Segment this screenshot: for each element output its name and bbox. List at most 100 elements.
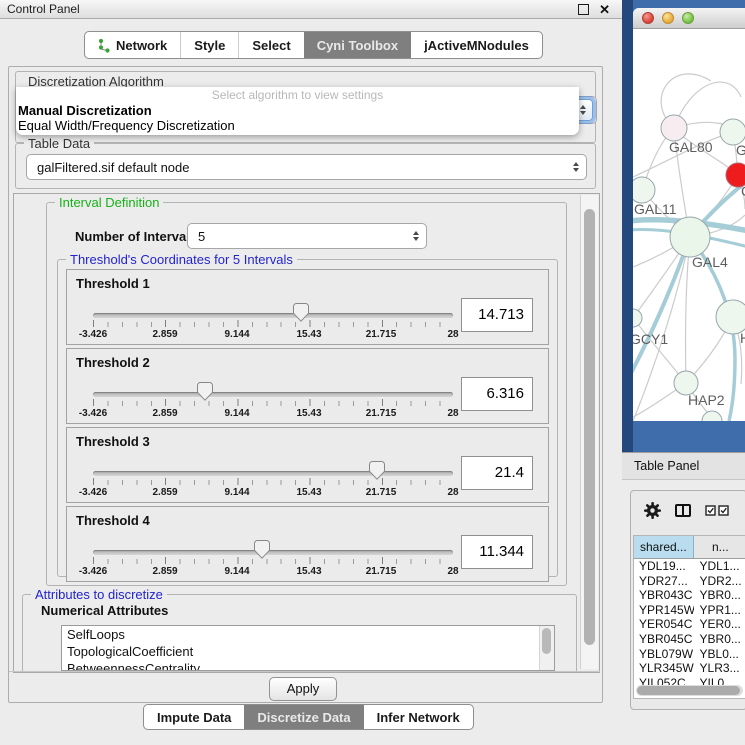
slider-thumb[interactable]	[293, 303, 309, 322]
table-cell[interactable]: YER054C	[634, 617, 694, 632]
table-row[interactable]: YBL079WYBL0...	[634, 647, 745, 662]
table-row[interactable]: YLR345WYLR3...	[634, 661, 745, 676]
column-header-name[interactable]: n...	[694, 536, 745, 558]
table-cell[interactable]: YBL0...	[694, 647, 745, 662]
slider-track[interactable]	[93, 313, 453, 318]
table-cell[interactable]: YBR0...	[694, 632, 745, 647]
split-view-icon[interactable]	[675, 504, 691, 517]
table-cell[interactable]: YBR045C	[634, 632, 694, 647]
network-tab-icon	[98, 38, 111, 53]
table-data-combobox[interactable]: galFiltered.sif default node	[26, 154, 587, 180]
network-node[interactable]	[702, 411, 722, 421]
tick-label: 9.144	[224, 329, 249, 340]
threshold-panel: Threshold 4 -3.4262.8599.14415.4321.7152…	[66, 506, 549, 582]
table-cell[interactable]: YDR27...	[634, 574, 694, 589]
table-cell[interactable]: YBR0...	[694, 588, 745, 603]
algorithm-option-manual[interactable]: Manual Discretization	[16, 103, 579, 118]
network-node[interactable]	[670, 217, 710, 257]
settings-vertical-scrollbar[interactable]	[580, 195, 598, 669]
table-cell[interactable]: YDR2...	[694, 574, 745, 589]
table-row[interactable]: YBR043CYBR0...	[634, 588, 745, 603]
threshold-value-box[interactable]: 11.344	[461, 535, 533, 569]
tab-jactivemnodules[interactable]: jActiveMNodules	[411, 32, 542, 58]
attributes-list-scrollbar-thumb[interactable]	[542, 628, 551, 654]
slider-track[interactable]	[93, 392, 453, 397]
checkbox-checked-icon[interactable]	[705, 505, 716, 516]
slider-thumb[interactable]	[369, 461, 385, 480]
tick-labels: -3.4262.8599.14415.4321.71528	[93, 329, 453, 341]
threshold-value-box[interactable]: 14.713	[461, 298, 533, 332]
table-cell[interactable]: YBR043C	[634, 588, 694, 603]
slider-track[interactable]	[93, 550, 453, 555]
table-panel-toolbar	[631, 491, 745, 529]
tab-cyni-toolbox[interactable]: Cyni Toolbox	[304, 32, 411, 58]
threshold-slider[interactable]: -3.4262.8599.14415.4321.71528	[93, 461, 453, 499]
tick-label: 9.144	[224, 408, 249, 419]
threshold-slider[interactable]: -3.4262.8599.14415.4321.71528	[93, 540, 453, 578]
attribute-item[interactable]: SelfLoops	[62, 626, 554, 643]
table-cell[interactable]: YBL079W	[634, 647, 694, 662]
threshold-title: Threshold 4	[76, 513, 150, 528]
network-node[interactable]	[716, 300, 745, 334]
threshold-value-box[interactable]: 6.316	[461, 377, 533, 411]
threshold-value-box[interactable]: 21.4	[461, 456, 533, 490]
network-node[interactable]	[633, 177, 655, 203]
window-close-button[interactable]	[642, 12, 654, 24]
table-cell[interactable]: YLR3...	[694, 661, 745, 676]
gear-icon[interactable]	[644, 502, 661, 519]
algorithm-option-equal-width[interactable]: Equal Width/Frequency Discretization	[16, 118, 579, 133]
window-minimize-button[interactable]	[662, 12, 674, 24]
network-node[interactable]	[633, 309, 642, 327]
float-window-icon[interactable]	[578, 4, 589, 15]
network-view-window[interactable]: GAL80GACGAL11GAL4GCY1HHAP2	[633, 8, 745, 421]
attributes-list-scrollbar[interactable]	[539, 626, 554, 670]
slider-thumb[interactable]	[197, 382, 213, 401]
table-cell[interactable]: YLR345W	[634, 661, 694, 676]
tick-label: 9.144	[224, 566, 249, 577]
top-tab-bar: Network Style Select Cyni Toolbox jActiv…	[84, 31, 543, 59]
threshold-slider[interactable]: -3.4262.8599.14415.4321.71528	[93, 303, 453, 341]
table-cell[interactable]: YDL19...	[634, 559, 694, 574]
number-of-intervals-combobox[interactable]: 5	[187, 223, 427, 249]
table-cell[interactable]: YER0...	[694, 617, 745, 632]
tab-network[interactable]: Network	[85, 32, 180, 58]
tick-label: 28	[447, 566, 458, 577]
table-cell[interactable]: YPR1...	[694, 603, 745, 618]
table-cell[interactable]: YPR145W	[634, 603, 694, 618]
column-header-shared-name[interactable]: shared...	[634, 536, 694, 558]
checkbox-checked-icon[interactable]	[718, 505, 729, 516]
attribute-item[interactable]: TopologicalCoefficient	[62, 643, 554, 660]
tab-impute-data-label: Impute Data	[157, 710, 231, 725]
network-window-titlebar	[633, 8, 745, 29]
table-row[interactable]: YDL19...YDL1...	[634, 559, 745, 574]
apply-button[interactable]: Apply	[269, 677, 337, 701]
tab-impute-data[interactable]: Impute Data	[144, 705, 244, 729]
tick-label: 2.859	[152, 566, 177, 577]
tick-label: 21.715	[366, 408, 397, 419]
threshold-slider[interactable]: -3.4262.8599.14415.4321.71528	[93, 382, 453, 420]
close-icon[interactable]: ✕	[599, 5, 610, 14]
tick-label: 9.144	[224, 487, 249, 498]
tab-select[interactable]: Select	[238, 32, 303, 58]
network-node[interactable]	[661, 115, 687, 141]
network-graph[interactable]: GAL80GACGAL11GAL4GCY1HHAP2	[633, 29, 745, 421]
settings-scrollbar-thumb[interactable]	[584, 209, 595, 645]
slider-track[interactable]	[93, 471, 453, 476]
numerical-attributes-listbox[interactable]: SelfLoopsTopologicalCoefficientBetweenne…	[61, 625, 555, 671]
bottom-tab-bar: Impute Data Discretize Data Infer Networ…	[143, 704, 474, 730]
tab-infer-network[interactable]: Infer Network	[364, 705, 473, 729]
table-row[interactable]: YBR045CYBR0...	[634, 632, 745, 647]
table-row[interactable]: YER054CYER0...	[634, 617, 745, 632]
tab-style[interactable]: Style	[180, 32, 238, 58]
table-row[interactable]: YDR27...YDR2...	[634, 574, 745, 589]
table-horizontal-scrollbar[interactable]	[636, 685, 743, 696]
window-zoom-button[interactable]	[682, 12, 694, 24]
tab-discretize-data[interactable]: Discretize Data	[244, 705, 363, 729]
table-scrollbar-thumb[interactable]	[637, 686, 740, 695]
table-row[interactable]: YPR145WYPR1...	[634, 603, 745, 618]
table-cell[interactable]: YDL1...	[694, 559, 745, 574]
attribute-item[interactable]: BetweennessCentrality	[62, 660, 554, 671]
table-panel-box: shared... n... YDL19...YDL1...YDR27...YD…	[630, 490, 745, 710]
thresholds-group-label: Threshold's Coordinates for 5 Intervals	[66, 252, 297, 267]
slider-thumb[interactable]	[254, 540, 270, 559]
